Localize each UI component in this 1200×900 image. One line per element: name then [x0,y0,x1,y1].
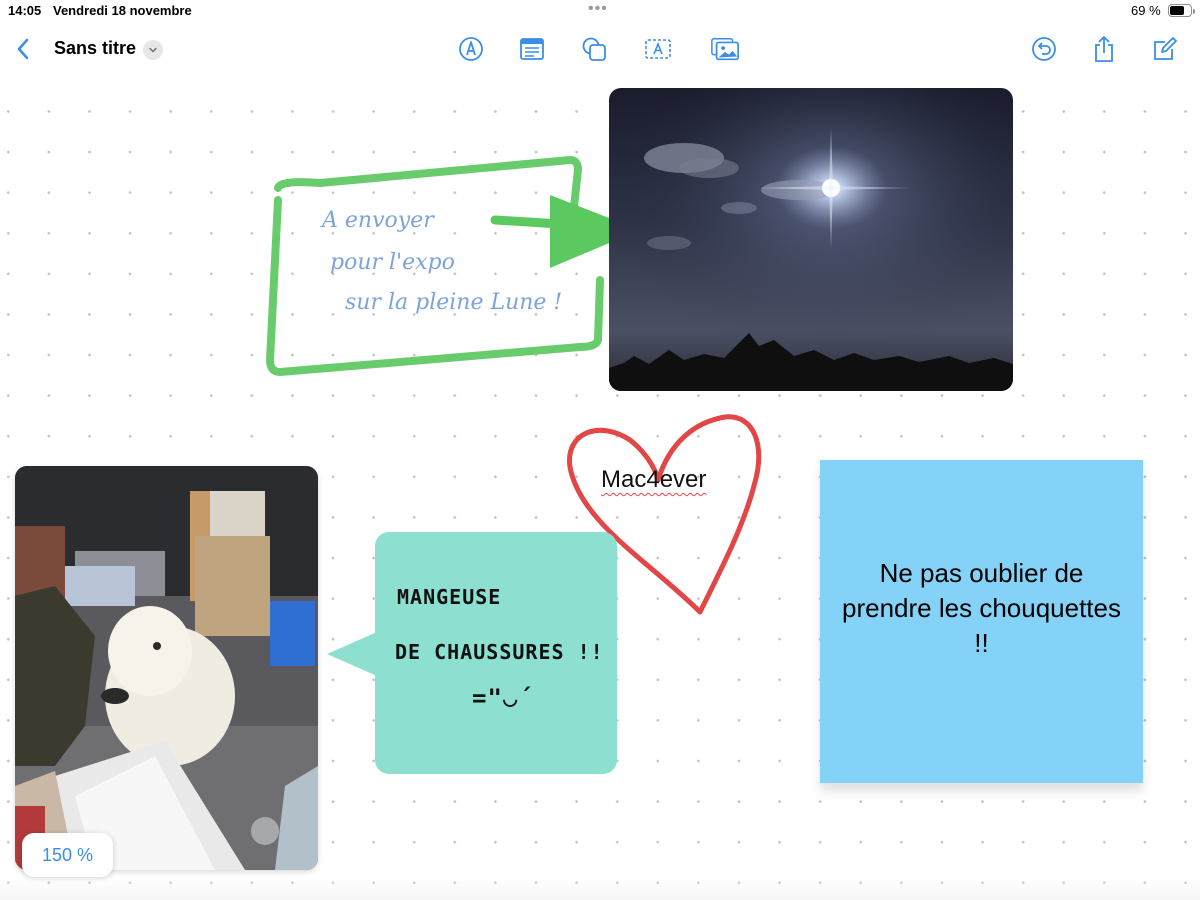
pen-icon [459,37,483,61]
chevron-left-icon [17,38,29,60]
document-title[interactable]: Sans titre [54,38,136,59]
text-box-button[interactable] [517,34,547,64]
status-date: Vendredi 18 novembre [53,3,192,18]
green-note-frame[interactable] [260,150,660,385]
status-bar: 14:05 Vendredi 18 novembre ••• 69 % [0,0,1200,22]
pen-tool-button[interactable] [456,34,486,64]
shapes-button[interactable] [579,34,609,64]
bottom-fade [0,878,1200,900]
media-button[interactable] [710,34,740,64]
undo-button[interactable] [1029,34,1059,64]
bubble-line: ="◡´ [472,684,534,712]
speech-bubble-tail [327,632,377,676]
battery-nub [1193,9,1195,14]
share-icon [1095,36,1113,62]
note-line: A envoyer [322,208,434,233]
battery-percent: 69 % [1131,3,1161,18]
status-time: 14:05 [8,3,42,18]
dog-photo[interactable] [15,466,318,870]
note-line: sur la pleine Lune ! [345,290,563,315]
sticky-note[interactable]: Ne pas oublier de prendre les chouquette… [820,460,1143,783]
zoom-level-button[interactable]: 150 % [22,833,113,877]
back-button[interactable] [8,34,38,64]
multitasking-dots[interactable]: ••• [588,0,608,18]
sticky-note-text: Ne pas oublier de prendre les chouquette… [842,558,1121,658]
toolbar: Sans titre [0,22,1200,76]
media-icon [711,37,739,61]
shapes-icon [582,37,606,61]
dog-photo-image [15,466,318,870]
moon-photo-image [609,88,1013,391]
bubble-line: MANGEUSE [397,585,502,609]
battery-icon [1168,4,1195,17]
moon-photo[interactable] [609,88,1013,391]
chevron-down-icon [149,47,157,53]
undo-icon [1032,37,1056,61]
text-box-icon [520,38,544,60]
heart-label[interactable]: Mac4ever [601,466,706,494]
bubble-line: DE CHAUSSURES !! [395,640,604,664]
title-menu-button[interactable] [143,40,163,60]
text-tool-button[interactable] [643,34,673,64]
battery-fill [1170,6,1184,15]
compose-button[interactable] [1150,34,1180,64]
text-icon [645,39,671,59]
compose-icon [1154,37,1177,60]
share-button[interactable] [1089,34,1119,64]
note-line: pour l'expo [330,250,455,275]
